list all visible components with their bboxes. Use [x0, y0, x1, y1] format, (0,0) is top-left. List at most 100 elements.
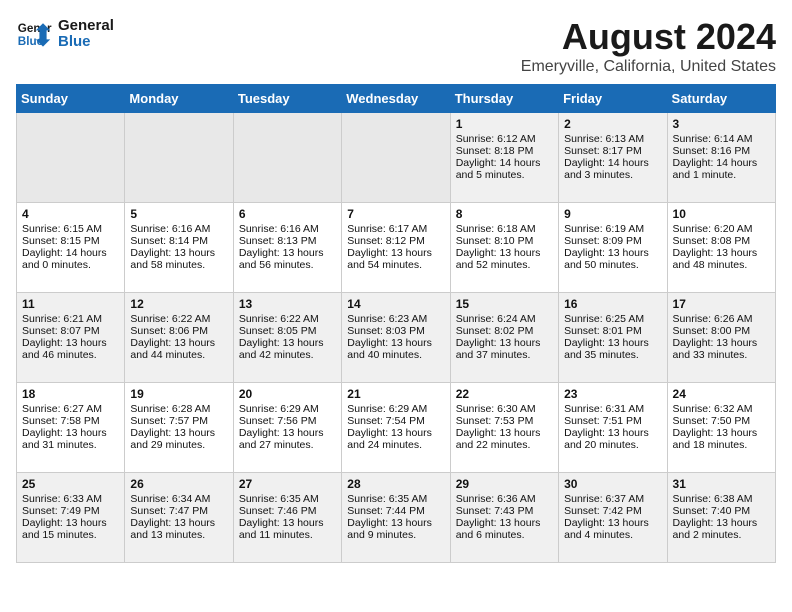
day-number: 7	[347, 207, 444, 221]
cell-text: Daylight: 14 hours	[456, 157, 553, 169]
cell-text: and 9 minutes.	[347, 529, 444, 541]
cell-text: and 48 minutes.	[673, 259, 770, 271]
cell-text: Sunset: 7:43 PM	[456, 505, 553, 517]
cell-text: Sunset: 8:03 PM	[347, 325, 444, 337]
calendar-cell: 22Sunrise: 6:30 AMSunset: 7:53 PMDayligh…	[450, 383, 558, 473]
cell-text: Sunset: 7:54 PM	[347, 415, 444, 427]
cell-text: Sunset: 8:02 PM	[456, 325, 553, 337]
day-number: 9	[564, 207, 661, 221]
day-number: 12	[130, 297, 227, 311]
calendar-cell: 8Sunrise: 6:18 AMSunset: 8:10 PMDaylight…	[450, 203, 558, 293]
cell-text: and 5 minutes.	[456, 169, 553, 181]
calendar-cell: 7Sunrise: 6:17 AMSunset: 8:12 PMDaylight…	[342, 203, 450, 293]
cell-text: and 54 minutes.	[347, 259, 444, 271]
day-number: 17	[673, 297, 770, 311]
cell-text: Sunrise: 6:14 AM	[673, 133, 770, 145]
cell-text: Sunset: 7:49 PM	[22, 505, 119, 517]
cell-text: Sunrise: 6:24 AM	[456, 313, 553, 325]
cell-text: Daylight: 13 hours	[347, 247, 444, 259]
cell-text: Sunset: 8:14 PM	[130, 235, 227, 247]
week-row-1: 1Sunrise: 6:12 AMSunset: 8:18 PMDaylight…	[17, 113, 776, 203]
cell-text: Daylight: 13 hours	[564, 337, 661, 349]
cell-text: Sunrise: 6:29 AM	[239, 403, 336, 415]
cell-text: Sunset: 8:06 PM	[130, 325, 227, 337]
cell-text: and 40 minutes.	[347, 349, 444, 361]
calendar-cell	[233, 113, 341, 203]
calendar-cell: 16Sunrise: 6:25 AMSunset: 8:01 PMDayligh…	[559, 293, 667, 383]
calendar-cell: 14Sunrise: 6:23 AMSunset: 8:03 PMDayligh…	[342, 293, 450, 383]
cell-text: Daylight: 13 hours	[456, 337, 553, 349]
cell-text: Sunset: 7:47 PM	[130, 505, 227, 517]
day-number: 27	[239, 477, 336, 491]
cell-text: Daylight: 13 hours	[673, 517, 770, 529]
cell-text: Sunrise: 6:30 AM	[456, 403, 553, 415]
page-subtitle: Emeryville, California, United States	[521, 58, 776, 76]
page-title: August 2024	[521, 16, 776, 58]
cell-text: Daylight: 13 hours	[22, 427, 119, 439]
cell-text: and 18 minutes.	[673, 439, 770, 451]
cell-text: and 20 minutes.	[564, 439, 661, 451]
day-number: 14	[347, 297, 444, 311]
cell-text: and 0 minutes.	[22, 259, 119, 271]
header-cell-thursday: Thursday	[450, 85, 558, 113]
day-number: 31	[673, 477, 770, 491]
calendar-header: SundayMondayTuesdayWednesdayThursdayFrid…	[17, 85, 776, 113]
cell-text: Sunrise: 6:15 AM	[22, 223, 119, 235]
calendar-cell: 12Sunrise: 6:22 AMSunset: 8:06 PMDayligh…	[125, 293, 233, 383]
cell-text: Daylight: 13 hours	[564, 247, 661, 259]
cell-text: Sunrise: 6:28 AM	[130, 403, 227, 415]
header-cell-sunday: Sunday	[17, 85, 125, 113]
cell-text: and 33 minutes.	[673, 349, 770, 361]
cell-text: and 35 minutes.	[564, 349, 661, 361]
cell-text: and 13 minutes.	[130, 529, 227, 541]
cell-text: Daylight: 13 hours	[130, 337, 227, 349]
cell-text: Sunrise: 6:35 AM	[347, 493, 444, 505]
day-number: 11	[22, 297, 119, 311]
cell-text: and 46 minutes.	[22, 349, 119, 361]
cell-text: Daylight: 13 hours	[130, 517, 227, 529]
cell-text: Sunrise: 6:36 AM	[456, 493, 553, 505]
cell-text: and 58 minutes.	[130, 259, 227, 271]
cell-text: Sunrise: 6:22 AM	[239, 313, 336, 325]
calendar-cell: 29Sunrise: 6:36 AMSunset: 7:43 PMDayligh…	[450, 473, 558, 563]
cell-text: Daylight: 14 hours	[22, 247, 119, 259]
cell-text: Daylight: 14 hours	[673, 157, 770, 169]
calendar-cell: 2Sunrise: 6:13 AMSunset: 8:17 PMDaylight…	[559, 113, 667, 203]
cell-text: Sunrise: 6:32 AM	[673, 403, 770, 415]
cell-text: Sunrise: 6:25 AM	[564, 313, 661, 325]
cell-text: Sunrise: 6:33 AM	[22, 493, 119, 505]
cell-text: Daylight: 13 hours	[130, 247, 227, 259]
day-number: 3	[673, 117, 770, 131]
cell-text: Sunrise: 6:37 AM	[564, 493, 661, 505]
calendar-cell: 15Sunrise: 6:24 AMSunset: 8:02 PMDayligh…	[450, 293, 558, 383]
cell-text: Sunset: 8:05 PM	[239, 325, 336, 337]
calendar-table: SundayMondayTuesdayWednesdayThursdayFrid…	[16, 84, 776, 563]
logo-text-general: General	[58, 18, 114, 35]
cell-text: Sunset: 8:12 PM	[347, 235, 444, 247]
cell-text: Sunrise: 6:16 AM	[130, 223, 227, 235]
cell-text: Daylight: 13 hours	[239, 517, 336, 529]
cell-text: Daylight: 13 hours	[673, 247, 770, 259]
cell-text: and 6 minutes.	[456, 529, 553, 541]
title-block: August 2024 Emeryville, California, Unit…	[521, 16, 776, 76]
calendar-cell: 26 Sunrise: 6:34 AMSunset: 7:47 PMDayligh…	[125, 473, 233, 563]
cell-text: Sunrise: 6:34 AM	[130, 493, 227, 505]
calendar-cell: 6Sunrise: 6:16 AMSunset: 8:13 PMDaylight…	[233, 203, 341, 293]
day-number: 26	[130, 477, 227, 491]
calendar-cell: 24Sunrise: 6:32 AMSunset: 7:50 PMDayligh…	[667, 383, 775, 473]
calendar-cell: 23Sunrise: 6:31 AMSunset: 7:51 PMDayligh…	[559, 383, 667, 473]
header-cell-wednesday: Wednesday	[342, 85, 450, 113]
calendar-cell: 31Sunrise: 6:38 AMSunset: 7:40 PMDayligh…	[667, 473, 775, 563]
cell-text: Sunset: 7:50 PM	[673, 415, 770, 427]
cell-text: Sunrise: 6:12 AM	[456, 133, 553, 145]
cell-text: Daylight: 13 hours	[239, 247, 336, 259]
calendar-cell: 9Sunrise: 6:19 AMSunset: 8:09 PMDaylight…	[559, 203, 667, 293]
week-row-2: 4Sunrise: 6:15 AMSunset: 8:15 PMDaylight…	[17, 203, 776, 293]
cell-text: Sunset: 7:46 PM	[239, 505, 336, 517]
header-row: SundayMondayTuesdayWednesdayThursdayFrid…	[17, 85, 776, 113]
cell-text: and 15 minutes.	[22, 529, 119, 541]
cell-text: Sunrise: 6:29 AM	[347, 403, 444, 415]
cell-text: Sunset: 8:13 PM	[239, 235, 336, 247]
day-number: 18	[22, 387, 119, 401]
cell-text: and 42 minutes.	[239, 349, 336, 361]
